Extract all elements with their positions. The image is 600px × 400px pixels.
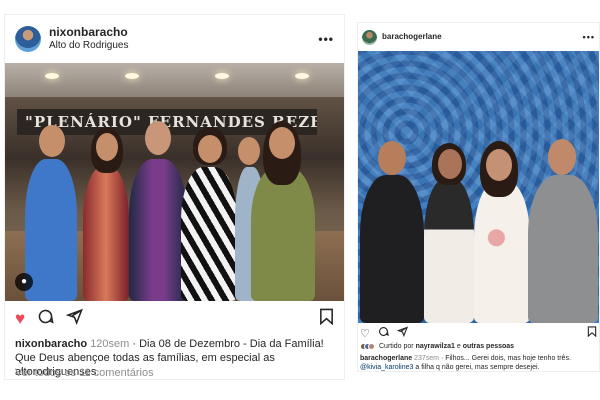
person-head (145, 121, 171, 155)
person (424, 179, 474, 323)
person-head (96, 133, 118, 161)
view-comments-link[interactable]: Ver todos os 11 comentários (15, 367, 154, 379)
avatar[interactable] (15, 26, 41, 52)
liked-user[interactable]: nayrawilza1 (416, 343, 455, 350)
ceiling-light (295, 73, 309, 79)
person (181, 167, 237, 301)
heart-outline-icon[interactable]: ♡ (360, 327, 370, 340)
ceiling-light (45, 73, 59, 79)
liker-avatars (360, 343, 375, 350)
left-post-location[interactable]: Alto do Rodrigues (49, 40, 318, 52)
right-post-caption: barachogerlane 237sem · Filhos... Gerei … (358, 354, 599, 372)
left-post-header: nixonbaracho Alto do Rodrigues ••• (5, 15, 344, 63)
liked-prefix: Curtido por (379, 343, 414, 350)
comment-icon[interactable] (378, 326, 389, 340)
caption-username[interactable]: barachogerlane (360, 355, 412, 362)
left-post-action-bar: ♥ (5, 301, 344, 337)
person (83, 167, 129, 301)
comment-icon[interactable] (37, 308, 54, 330)
avatar[interactable] (362, 29, 377, 45)
person-head (378, 141, 406, 175)
more-icon[interactable]: ••• (318, 32, 334, 46)
right-post-username[interactable]: barachogerlane (382, 32, 583, 41)
comment-mention[interactable]: @kivia_karoline3 (360, 364, 413, 371)
person (251, 167, 315, 301)
right-instagram-post: barachogerlane ••• ♡ Curtido por nayrawi… (357, 22, 600, 372)
more-icon[interactable]: ••• (583, 32, 595, 42)
caption-time: 237sem (414, 355, 439, 362)
heart-filled-icon[interactable]: ♥ (15, 309, 25, 329)
caption-time: 120sem (90, 338, 130, 350)
right-post-header-text: barachogerlane (382, 32, 583, 41)
liked-and: e (456, 343, 461, 350)
liked-by-line: Curtido por nayrawilza1 e outras pessoas (360, 343, 597, 350)
avatar (368, 343, 375, 350)
save-icon[interactable] (587, 326, 597, 340)
caption-text: · Filhos... Gerei dois, mas hoje tenho t… (440, 355, 571, 362)
left-post-photo[interactable]: "PLENÁRIO" FERNANDES BEZERRA ● (5, 63, 344, 301)
person-head (438, 149, 462, 179)
right-post-photo[interactable] (358, 51, 599, 323)
save-icon[interactable] (319, 308, 334, 330)
share-icon[interactable] (65, 308, 84, 330)
ceiling-light (215, 73, 229, 79)
left-post-header-text: nixonbaracho Alto do Rodrigues (49, 26, 318, 52)
left-instagram-post: nixonbaracho Alto do Rodrigues ••• "PLEN… (4, 14, 345, 380)
liked-others[interactable]: outras pessoas (463, 343, 514, 350)
person-head (238, 137, 260, 165)
person-head (486, 149, 512, 181)
person (129, 159, 187, 301)
person-head (198, 135, 222, 163)
person-head (269, 127, 295, 159)
ceiling-light (125, 73, 139, 79)
left-post-username[interactable]: nixonbaracho (49, 26, 318, 40)
right-post-action-bar: ♡ (358, 323, 599, 343)
comment-text: a filha q não gerei, mas sempre desejei. (415, 364, 540, 372)
person-head (548, 139, 576, 175)
person (360, 175, 424, 323)
user-tag-icon[interactable]: ● (15, 273, 33, 291)
person-head (39, 125, 65, 157)
share-icon[interactable] (396, 326, 408, 340)
person (528, 175, 598, 323)
right-post-header: barachogerlane ••• (358, 23, 599, 51)
ceiling (5, 63, 344, 97)
person (474, 181, 530, 323)
caption-username[interactable]: nixonbaracho (15, 338, 87, 350)
